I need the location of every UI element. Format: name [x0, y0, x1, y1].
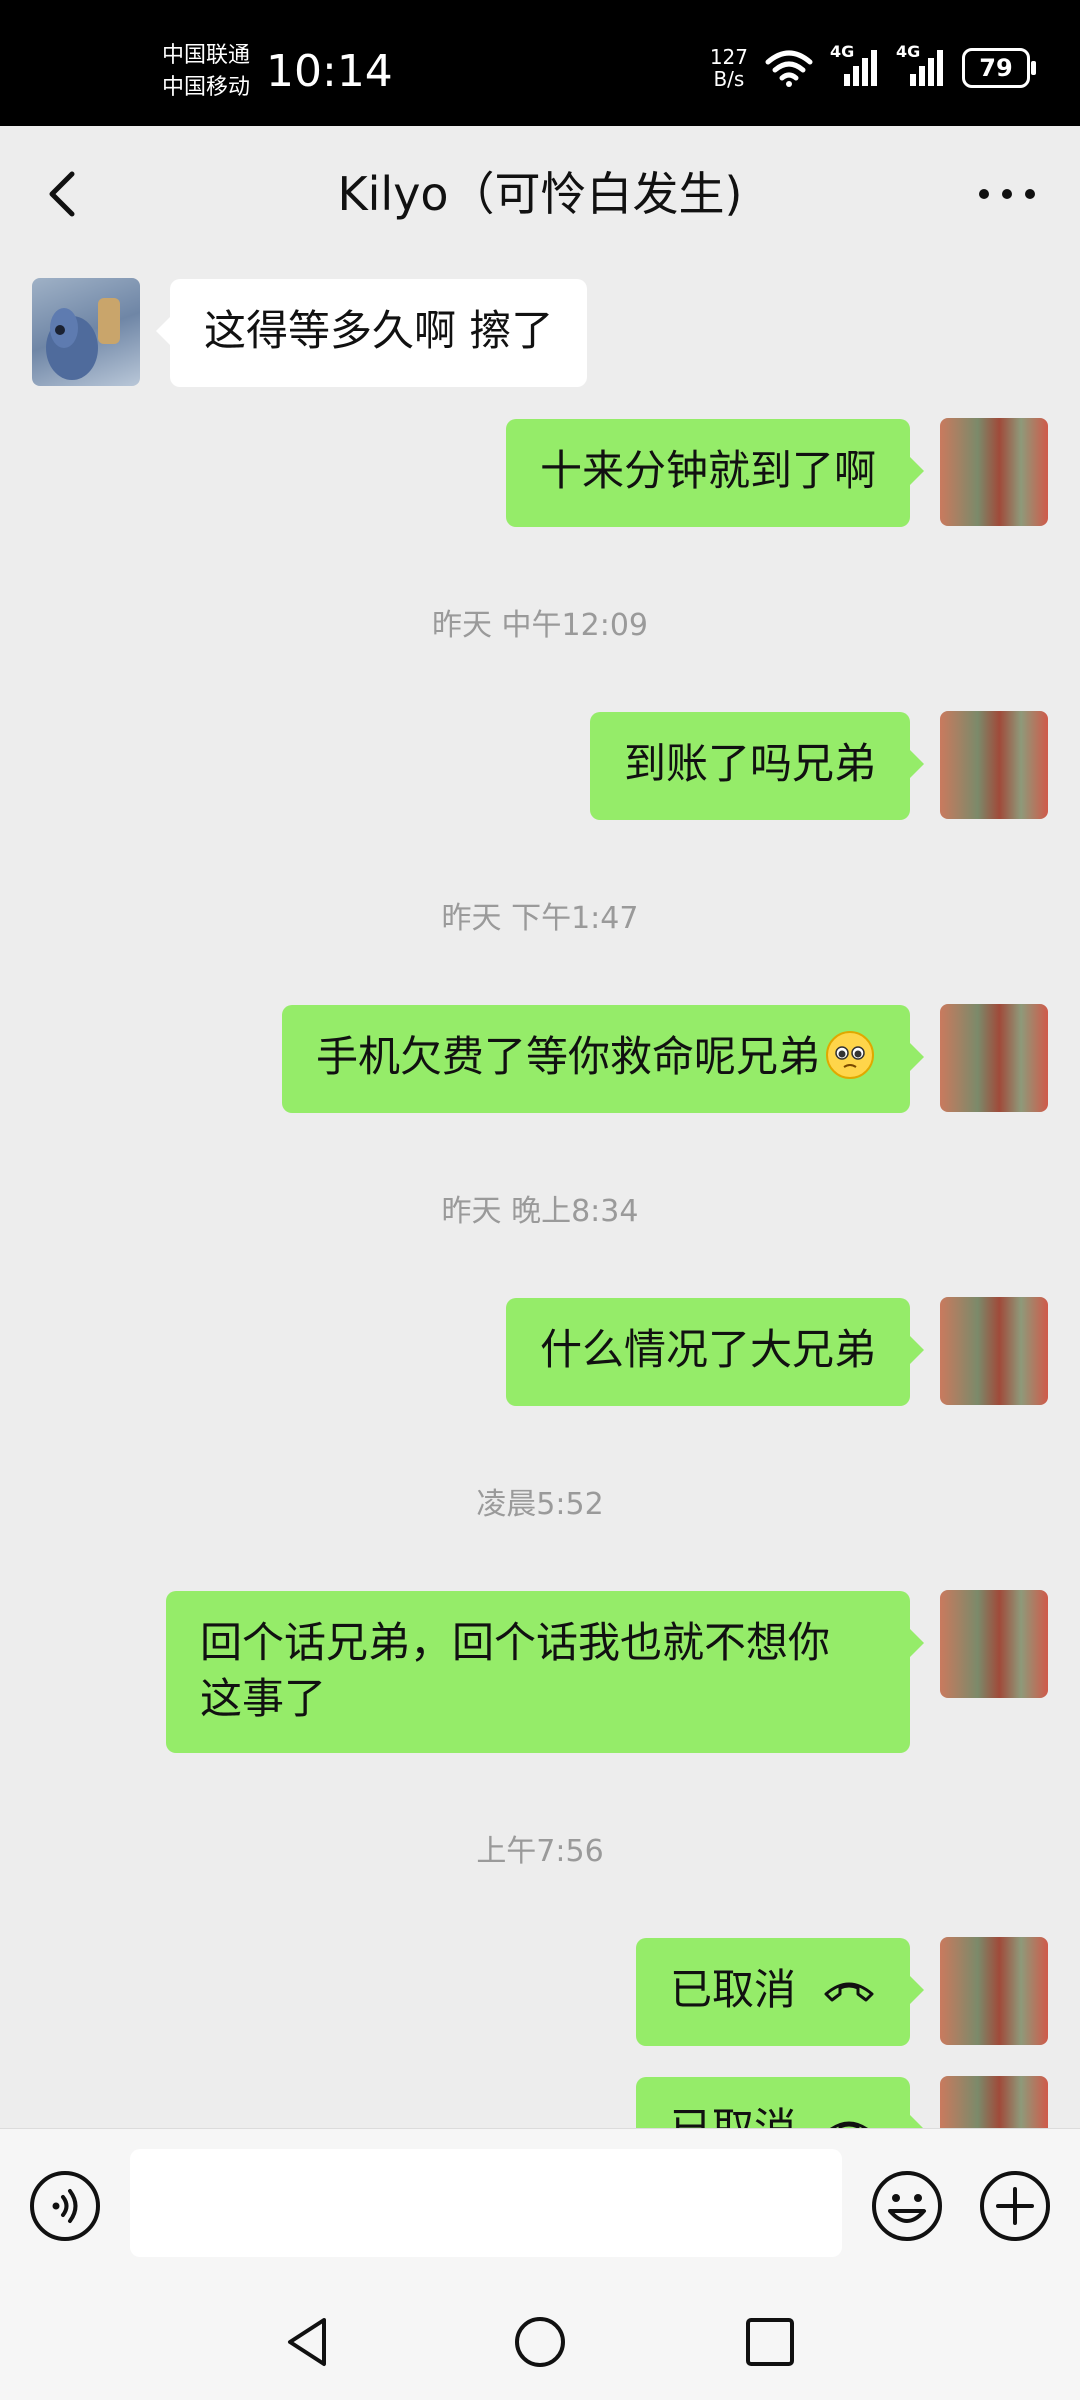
avatar[interactable]: [940, 418, 1048, 526]
timestamp: 昨天 晚上8:34: [441, 1194, 639, 1229]
call-message-bubble[interactable]: 已取消: [635, 2077, 925, 2128]
status-bar: 中国联通 中国移动 10:14 127 B/s 4G 4G 79: [0, 0, 1080, 126]
nav-home-icon[interactable]: [512, 2314, 568, 2370]
nav-back-icon[interactable]: [280, 2314, 336, 2370]
message-text: 什么情况了大兄弟: [539, 1325, 876, 1374]
call-message-bubble[interactable]: 已取消: [635, 1938, 925, 2046]
message-bubble-outgoing[interactable]: 十来分钟就到了啊: [505, 419, 925, 527]
message-row: 这得等多久啊 擦了: [0, 278, 1080, 388]
signal-2-icon: 4G: [896, 42, 946, 88]
timestamp: 昨天 中午12:09: [432, 608, 648, 643]
wifi-icon: [765, 50, 813, 87]
avatar[interactable]: [940, 1004, 1048, 1112]
message-text-line-1: 回个话兄弟，回个话我也就不想你: [200, 1618, 831, 1667]
avatar[interactable]: [940, 2076, 1048, 2128]
battery-indicator: 79: [962, 48, 1036, 88]
plus-icon[interactable]: [978, 2169, 1052, 2243]
message-bubble-outgoing[interactable]: 到账了吗兄弟: [589, 712, 925, 820]
message-text: 十来分钟就到了啊: [539, 446, 876, 495]
message-bubble-incoming[interactable]: 这得等多久啊 擦了: [155, 279, 588, 387]
message-row: 十来分钟就到了啊: [0, 418, 1080, 528]
signal-1-icon: 4G: [830, 42, 880, 88]
avatar[interactable]: [940, 1590, 1048, 1698]
message-text: 手机欠费了等你救命呢兄弟: [315, 1032, 820, 1081]
carrier-2: 中国移动: [162, 75, 251, 100]
status-icons: 127 B/s 4G 4G 79: [710, 42, 1036, 90]
chat-header: Kilyo（可怜白发生): [0, 126, 1080, 260]
nav-recent-icon[interactable]: [742, 2314, 798, 2370]
message-row: 回个话兄弟，回个话我也就不想你 这事了: [0, 1590, 1080, 1754]
carrier-labels: 中国联通 中国移动: [162, 40, 250, 104]
voice-icon[interactable]: [28, 2169, 102, 2243]
network-speed-unit: B/s: [713, 67, 745, 91]
more-dots-icon[interactable]: [972, 168, 1042, 220]
input-bar: [0, 2128, 1080, 2281]
message-input[interactable]: [130, 2149, 842, 2257]
message-bubble-outgoing[interactable]: 手机欠费了等你救命呢兄弟: [281, 1005, 925, 1113]
message-row: 已取消: [0, 1937, 1080, 2047]
emoji-icon[interactable]: [870, 2169, 944, 2243]
carrier-1: 中国联通: [162, 43, 251, 68]
message-row: 到账了吗兄弟: [0, 711, 1080, 821]
timestamp: 凌晨5:52: [476, 1487, 604, 1522]
pleading-face-emoji-icon: [826, 1031, 874, 1079]
avatar[interactable]: [940, 711, 1048, 819]
message-list[interactable]: 这得等多久啊 擦了 十来分钟就到了啊 昨天 中午12:09 到账了吗兄弟 昨天 …: [0, 260, 1080, 2128]
message-text: 到账了吗兄弟: [623, 739, 876, 788]
message-row: 手机欠费了等你救命呢兄弟: [0, 1004, 1080, 1114]
friend-avatar-image: [46, 298, 120, 380]
network-speed: 127 B/s: [710, 46, 748, 90]
chat-title: Kilyo（可怜白发生): [337, 167, 743, 221]
message-row: 已取消: [0, 2076, 1080, 2128]
avatar[interactable]: [32, 278, 140, 386]
message-text: 已取消: [669, 1965, 796, 2014]
hang-up-phone-icon: [830, 2121, 868, 2128]
message-row: 什么情况了大兄弟: [0, 1297, 1080, 1407]
timestamp: 上午7:56: [476, 1834, 604, 1869]
network-speed-value: 127: [709, 45, 748, 69]
timestamp: 昨天 下午1:47: [441, 901, 639, 936]
avatar[interactable]: [940, 1297, 1048, 1405]
status-time: 10:14: [266, 46, 393, 97]
system-nav-bar: [0, 2280, 1080, 2400]
message-bubble-outgoing[interactable]: 回个话兄弟，回个话我也就不想你 这事了: [166, 1591, 924, 1753]
message-text: 这得等多久啊 擦了: [204, 306, 554, 355]
hang-up-phone-icon: [824, 1982, 874, 2002]
message-text-line-2: 这事了: [200, 1674, 327, 1723]
avatar[interactable]: [940, 1937, 1048, 2045]
message-text: 已取消: [670, 2104, 796, 2128]
message-bubble-outgoing[interactable]: 什么情况了大兄弟: [505, 1298, 925, 1406]
